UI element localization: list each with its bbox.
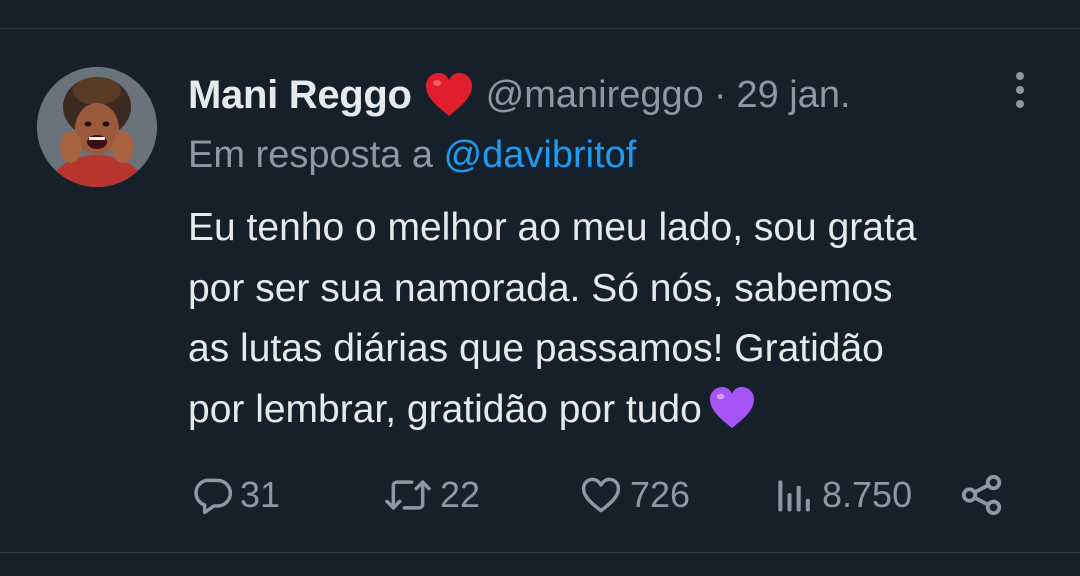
share-icon bbox=[958, 472, 1006, 518]
reply-count: 31 bbox=[240, 474, 281, 515]
bottom-divider bbox=[0, 552, 1080, 553]
like-button[interactable]: 726 bbox=[578, 465, 690, 525]
reply-button[interactable]: 31 bbox=[190, 465, 280, 525]
retweet-count: 22 bbox=[440, 474, 481, 515]
bar-chart-icon bbox=[770, 473, 816, 517]
more-vertical-icon bbox=[1016, 72, 1024, 80]
author-name[interactable]: Mani Reggo bbox=[188, 73, 412, 118]
heart-outline-icon bbox=[578, 473, 624, 517]
reply-mention-link[interactable]: @davibritof bbox=[444, 134, 637, 176]
speech-bubble-icon bbox=[190, 473, 234, 517]
like-count: 726 bbox=[630, 474, 691, 515]
tweet-header: Mani Reggo @manireggo · 29 jan. bbox=[188, 70, 851, 120]
tweet-card: Mani Reggo @manireggo · 29 jan. Em respo… bbox=[0, 0, 1080, 576]
tweet-date[interactable]: 29 jan. bbox=[736, 74, 850, 117]
red-heart-icon bbox=[424, 72, 474, 118]
tweet-text-container: Eu tenho o melhor ao meu lado, sou grata… bbox=[188, 198, 1058, 440]
author-handle[interactable]: @manireggo bbox=[486, 74, 704, 117]
reply-context: Em resposta a @davibritof bbox=[188, 134, 636, 177]
retweet-button[interactable]: 22 bbox=[382, 465, 480, 525]
views-button[interactable]: 8.750 bbox=[770, 465, 912, 525]
more-options-button[interactable] bbox=[1006, 68, 1034, 112]
purple-heart-icon bbox=[708, 386, 756, 430]
reply-prefix: Em resposta a bbox=[188, 134, 444, 176]
share-button[interactable] bbox=[958, 465, 1006, 525]
tweet-text: Eu tenho o melhor ao meu lado, sou grata… bbox=[188, 206, 917, 431]
view-count: 8.750 bbox=[822, 474, 913, 515]
tweet-actions: 31 22 726 8.750 bbox=[0, 465, 1080, 525]
retweet-icon bbox=[382, 473, 434, 517]
top-divider bbox=[0, 28, 1080, 29]
separator-dot: · bbox=[713, 73, 727, 116]
avatar[interactable] bbox=[37, 67, 157, 187]
